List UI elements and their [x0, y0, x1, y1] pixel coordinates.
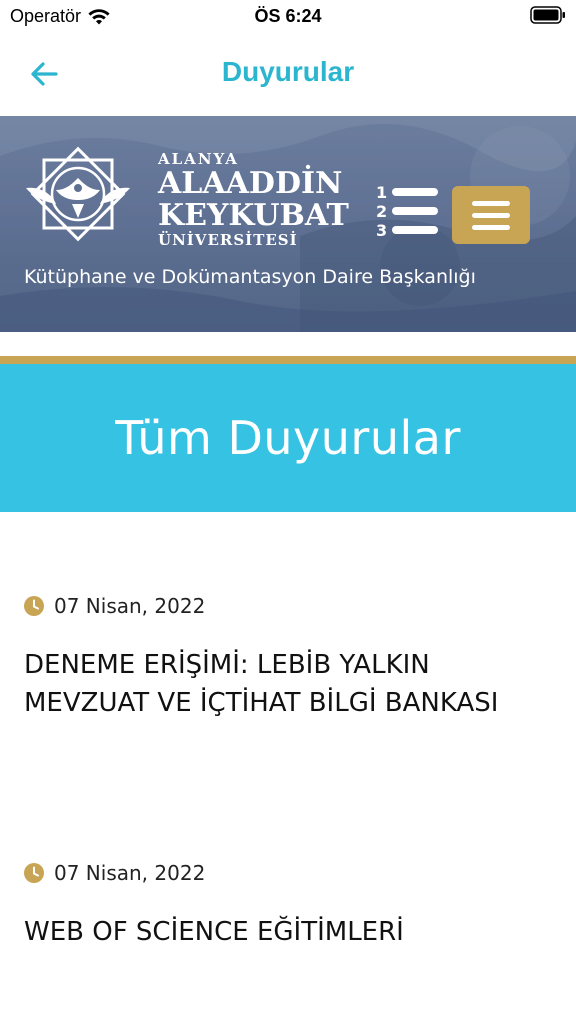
- gold-divider: [0, 356, 576, 364]
- announcement-date: 07 Nisan, 2022: [54, 861, 206, 885]
- announcement-date: 07 Nisan, 2022: [54, 594, 206, 618]
- header-banner: ALANYA ALAADDİN KEYKUBAT ÜNİVERSİTESİ 1 …: [0, 116, 576, 332]
- hamburger-menu-icon: [472, 200, 510, 206]
- announcement-item[interactable]: 07 Nisan, 2022 WEB OF SCİENCE EĞİTİMLERİ: [24, 861, 552, 951]
- logo-line-4: ÜNİVERSİTESİ: [158, 231, 298, 249]
- svg-text:2: 2: [376, 202, 387, 221]
- announcement-date-row: 07 Nisan, 2022: [24, 861, 552, 885]
- navigation-bar: Duyurular: [0, 34, 576, 116]
- section-header: Tüm Duyurular: [0, 364, 576, 512]
- clock-icon: [24, 596, 44, 616]
- page-title: Duyurular: [221, 56, 355, 87]
- university-name: ALANYA ALAADDİN KEYKUBAT ÜNİVERSİTESİ: [158, 152, 349, 248]
- announcement-item[interactable]: 07 Nisan, 2022 DENEME ERİŞİMİ: LEBİB YAL…: [24, 594, 552, 722]
- numbered-list-icon[interactable]: 1 2 3: [374, 182, 440, 238]
- logo-line-1: ALANYA: [158, 150, 239, 168]
- logo-line-3: KEYKUBAT: [158, 198, 349, 233]
- announcement-title[interactable]: WEB OF SCİENCE EĞİTİMLERİ: [24, 913, 552, 951]
- announcement-date-row: 07 Nisan, 2022: [24, 594, 552, 618]
- clock-icon: [24, 863, 44, 883]
- svg-text:3: 3: [376, 221, 387, 238]
- status-right: [530, 6, 566, 29]
- announcement-title[interactable]: DENEME ERİŞİMİ: LEBİB YALKIN MEVZUAT VE …: [24, 646, 552, 722]
- svg-text:1: 1: [376, 183, 387, 202]
- logo-line-2: ALAADDİN: [158, 166, 343, 201]
- department-name: Kütüphane ve Dokümantasyon Daire Başkanl…: [24, 266, 476, 288]
- section-title: Tüm Duyurular: [115, 411, 461, 465]
- hamburger-menu-button[interactable]: [452, 186, 530, 244]
- status-time: ÖS 6:24: [254, 6, 322, 26]
- university-logo-icon: [26, 146, 130, 242]
- status-bar: Operatör ÖS 6:24: [0, 0, 576, 34]
- battery-icon: [530, 6, 565, 24]
